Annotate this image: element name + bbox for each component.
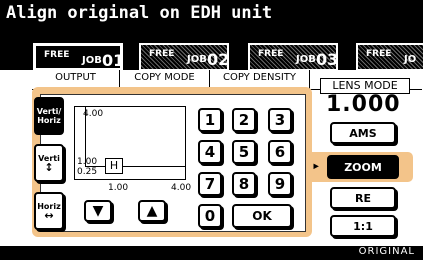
verti-horiz-label: Verti/ [36,107,62,116]
graph-y-mid: 1.00 [77,157,98,167]
zoom-graph: 4.00 1.00 0.25 1.00 4.00 H [74,106,191,193]
zoom-down-button[interactable]: ▼ [84,200,112,222]
job-number: 03 [316,50,338,69]
ok-button[interactable]: OK [232,204,292,228]
graph-x-right: 4.00 [171,183,192,193]
job-number: 02 [207,50,229,69]
key-1[interactable]: 1 [198,108,222,132]
key-8[interactable]: 8 [232,172,256,196]
graph-marker: H [105,158,123,174]
key-7[interactable]: 7 [198,172,222,196]
job-tab-02[interactable]: FREE JOB 02 [139,43,229,71]
zoom-button[interactable]: ZOOM [327,155,399,179]
job-label: JO [404,54,417,65]
zoom-up-button[interactable]: ▲ [138,200,166,222]
key-9[interactable]: 9 [268,172,292,196]
ams-button[interactable]: AMS [330,122,396,144]
job-free-label: FREE [258,49,284,59]
screen-title: Align original on EDH unit [6,3,273,23]
key-5[interactable]: 5 [232,140,256,164]
job-number: 01 [102,51,123,70]
up-triangle-icon: ▲ [146,203,158,219]
verti-horiz-label-2: Horiz [37,116,61,125]
key-4[interactable]: 4 [198,140,222,164]
job-label: JOB [187,54,207,65]
job-label: JOB [82,55,102,66]
key-2[interactable]: 2 [232,108,256,132]
job-tab-01[interactable]: FREE JOB 01 [33,43,123,71]
verti-button[interactable]: Verti ↕ [34,144,64,182]
graph-y-bottom: 0.25 [77,167,98,177]
job-free-label: FREE [44,50,70,60]
status-text: ORIGINAL [358,246,415,257]
left-right-arrow-icon: ↔ [44,209,54,222]
pointer-icon: ▸ [312,158,321,174]
job-tab-03[interactable]: FREE JOB 03 [248,43,338,71]
key-6[interactable]: 6 [268,140,292,164]
key-0[interactable]: 0 [198,204,222,228]
job-free-label: FREE [366,49,392,59]
re-button[interactable]: RE [330,187,396,209]
zoom-ratio: 1.000 [326,92,401,117]
graph-x-left: 1.00 [108,183,129,193]
up-down-arrow-icon: ↕ [44,161,54,174]
horiz-button[interactable]: Horiz ↔ [34,192,64,230]
down-triangle-icon: ▼ [92,203,104,219]
one-to-one-button[interactable]: 1:1 [330,215,396,237]
job-free-label: FREE [149,49,175,59]
graph-y-top: 4.00 [83,109,104,119]
job-label: JOB [296,54,316,65]
verti-horiz-button[interactable]: Verti/ Horiz [34,97,64,135]
key-3[interactable]: 3 [268,108,292,132]
job-tab-04[interactable]: FREE JO [356,43,423,71]
